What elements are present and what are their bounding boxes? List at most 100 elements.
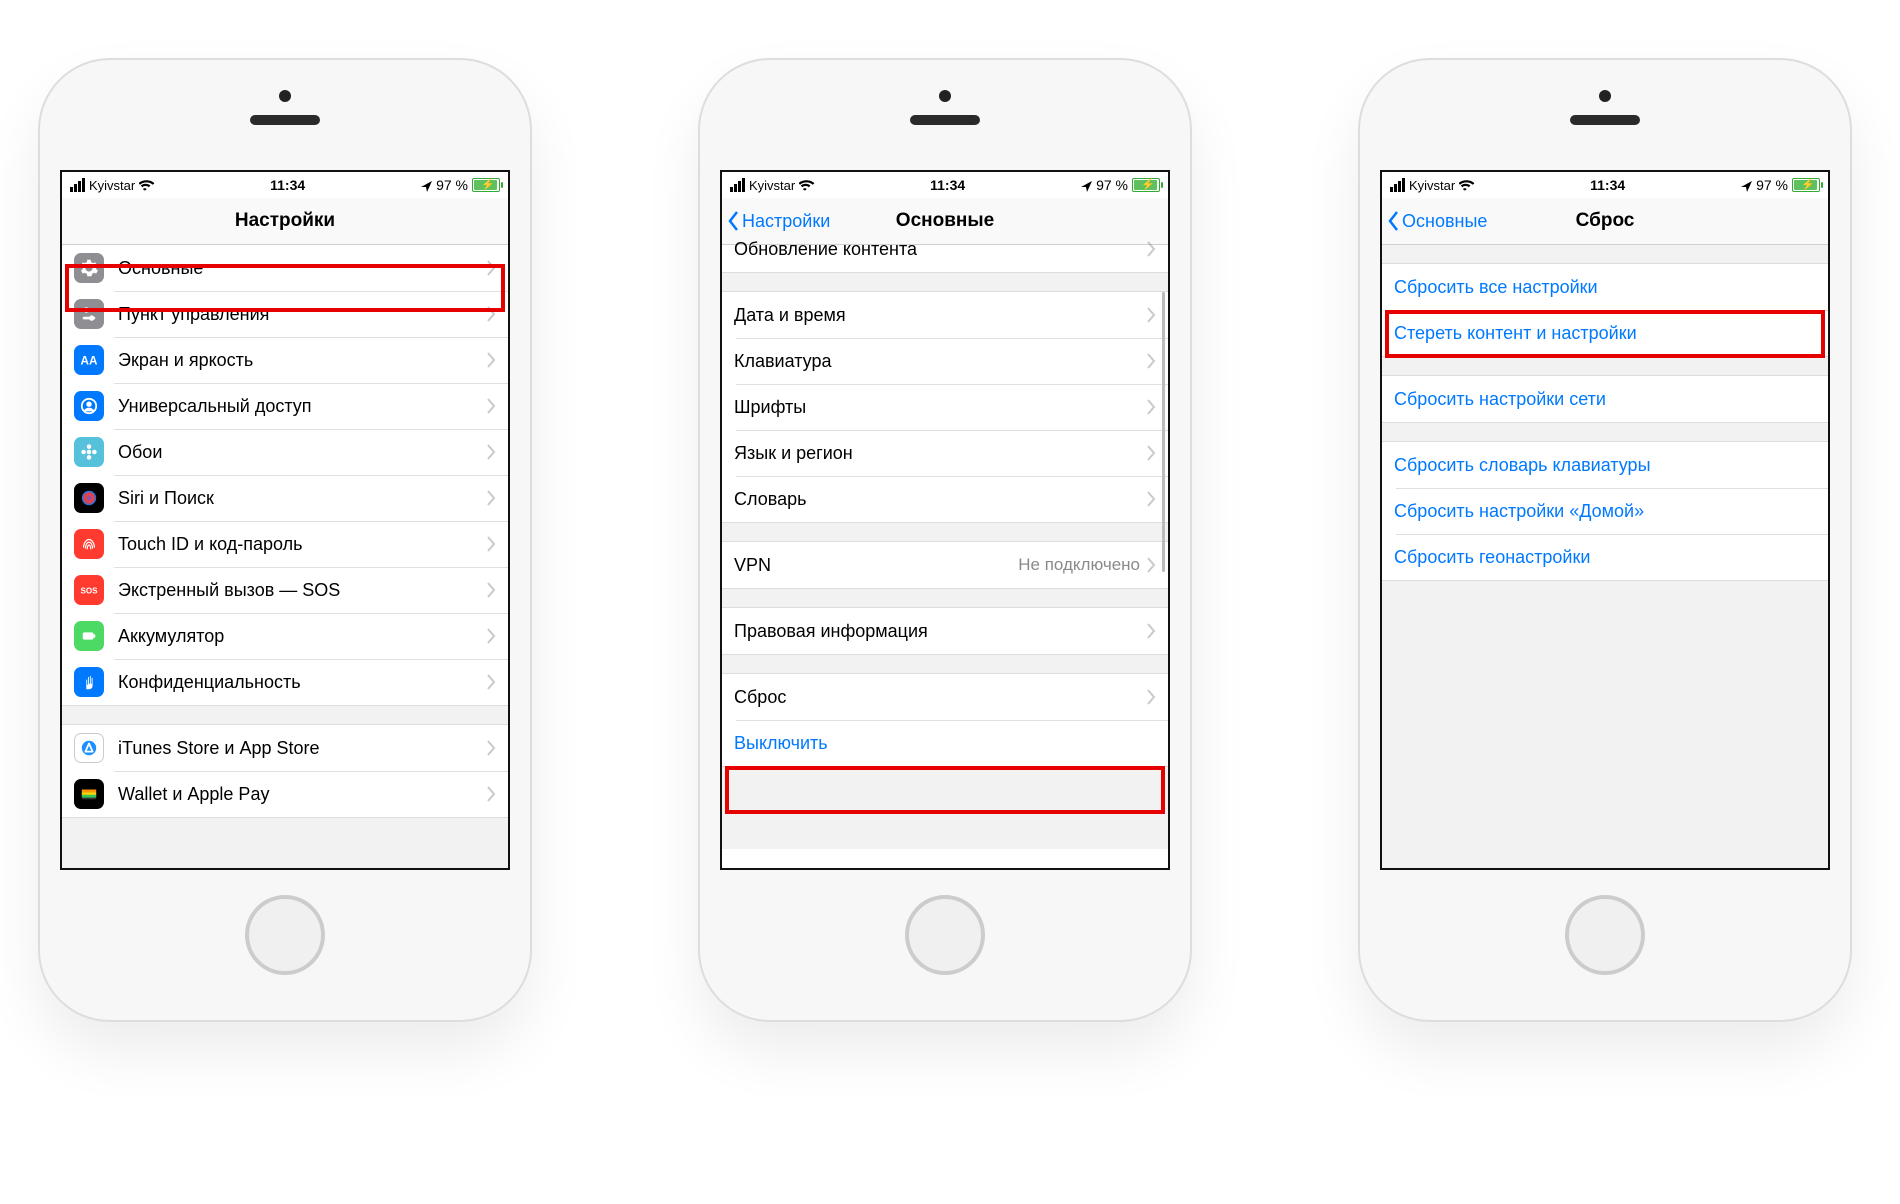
chevron-left-icon: [1388, 211, 1400, 231]
battery-percent: 97 %: [1756, 177, 1788, 193]
status-bar: Kyivstar 11:34 97 % ⚡: [1382, 172, 1828, 198]
clock: 11:34: [270, 177, 305, 193]
row-label: Экран и яркость: [118, 350, 486, 371]
settings-row-appstore[interactable]: iTunes Store и App Store: [62, 725, 508, 771]
phone-bezel: [40, 60, 530, 170]
list-row[interactable]: VPNНе подключено: [722, 542, 1168, 588]
battery-icon: ⚡: [472, 178, 500, 192]
clock: 11:34: [930, 177, 965, 193]
row-label: Пункт управления: [118, 304, 486, 325]
nav-title: Настройки: [235, 210, 335, 232]
list-row[interactable]: Сбросить настройки «Домой»: [1382, 488, 1828, 534]
settings-row-wallet[interactable]: Wallet и Apple Pay: [62, 771, 508, 817]
row-label: Обои: [118, 442, 486, 463]
list-row[interactable]: Правовая информация: [722, 608, 1168, 654]
list-row[interactable]: Сброс: [722, 674, 1168, 720]
row-label: Словарь: [734, 489, 1146, 510]
gear-icon: [74, 253, 104, 283]
screen-settings: Kyivstar 11:34 97 % ⚡ Настройки Основные…: [60, 170, 510, 870]
row-label: iTunes Store и App Store: [118, 738, 486, 759]
settings-list[interactable]: Основные Пункт управления Экран и яркость У…: [62, 245, 508, 869]
list-row[interactable]: Выключить: [722, 720, 1168, 766]
appstore-icon: [74, 733, 104, 763]
scrollbar[interactable]: [1162, 292, 1165, 572]
location-icon: [1080, 179, 1092, 191]
row-value: Не подключено: [1018, 555, 1140, 575]
row-label: Правовая информация: [734, 621, 1146, 642]
row-label: Выключить: [734, 733, 1156, 754]
carrier-label: Kyivstar: [1409, 178, 1455, 193]
phone-settings: Kyivstar 11:34 97 % ⚡ Настройки Основные…: [40, 60, 530, 1020]
list-row[interactable]: Обновление контента: [722, 226, 1168, 272]
wifi-icon: [1459, 179, 1475, 191]
settings-row-aa[interactable]: Экран и яркость: [62, 337, 508, 383]
row-label: Клавиатура: [734, 351, 1146, 372]
battery-icon: ⚡: [1132, 178, 1160, 192]
batt-icon: [74, 621, 104, 651]
list-row[interactable]: Сбросить геонастройки: [1382, 534, 1828, 580]
settings-row-flower[interactable]: Обои: [62, 429, 508, 475]
home-button[interactable]: [1565, 895, 1645, 975]
row-label: Конфиденциальность: [118, 672, 486, 693]
wallet-icon: [74, 779, 104, 809]
row-label: Язык и регион: [734, 443, 1146, 464]
phone-bezel: [1360, 60, 1850, 170]
row-label: Siri и Поиск: [118, 488, 486, 509]
settings-row-gear[interactable]: Основные: [62, 245, 508, 291]
wifi-icon: [139, 179, 155, 191]
row-label: Основные: [118, 258, 486, 279]
home-button[interactable]: [905, 895, 985, 975]
status-bar: Kyivstar 11:34 97 % ⚡: [722, 172, 1168, 198]
settings-row-siri[interactable]: Siri и Поиск: [62, 475, 508, 521]
settings-row-finger[interactable]: Touch ID и код-пароль: [62, 521, 508, 567]
general-list[interactable]: Обновление контента Дата и время Клавиату…: [722, 225, 1168, 849]
phone-reset: Kyivstar 11:34 97 % ⚡ Основные Сброс Сбр…: [1360, 60, 1850, 1020]
screen-general: Kyivstar 11:34 97 % ⚡ Настройки Основные…: [720, 170, 1170, 870]
person-icon: [74, 391, 104, 421]
list-row[interactable]: Сбросить словарь клавиатуры: [1382, 442, 1828, 488]
phone-bezel: [700, 60, 1190, 170]
reset-list[interactable]: Сбросить все настройкиСтереть контент и …: [1382, 245, 1828, 869]
aa-icon: [74, 345, 104, 375]
location-icon: [1740, 179, 1752, 191]
row-label: Сброс: [734, 687, 1146, 708]
nav-bar: Основные Сброс: [1382, 198, 1828, 245]
list-row[interactable]: Сбросить настройки сети: [1382, 376, 1828, 422]
settings-row-batt[interactable]: Аккумулятор: [62, 613, 508, 659]
battery-icon: ⚡: [1792, 178, 1820, 192]
list-row[interactable]: Дата и время: [722, 292, 1168, 338]
row-label: Сбросить настройки «Домой»: [1394, 501, 1816, 522]
list-row[interactable]: Клавиатура: [722, 338, 1168, 384]
back-label: Основные: [1402, 211, 1487, 232]
carrier-label: Kyivstar: [89, 178, 135, 193]
row-label: Дата и время: [734, 305, 1146, 326]
list-row[interactable]: Шрифты: [722, 384, 1168, 430]
screen-reset: Kyivstar 11:34 97 % ⚡ Основные Сброс Сбр…: [1380, 170, 1830, 870]
settings-row-sos[interactable]: Экстренный вызов — SOS: [62, 567, 508, 613]
finger-icon: [74, 529, 104, 559]
list-row[interactable]: Сбросить все настройки: [1382, 264, 1828, 310]
row-label: Wallet и Apple Pay: [118, 784, 486, 805]
phone-general: Kyivstar 11:34 97 % ⚡ Настройки Основные…: [700, 60, 1190, 1020]
row-label: Touch ID и код-пароль: [118, 534, 486, 555]
signal-icon: [70, 178, 85, 192]
settings-row-hand[interactable]: Конфиденциальность: [62, 659, 508, 705]
settings-row-sliders[interactable]: Пункт управления: [62, 291, 508, 337]
flower-icon: [74, 437, 104, 467]
nav-title: Сброс: [1576, 210, 1635, 232]
home-button[interactable]: [245, 895, 325, 975]
list-row[interactable]: Словарь: [722, 476, 1168, 522]
siri-icon: [74, 483, 104, 513]
row-label: Сбросить настройки сети: [1394, 389, 1816, 410]
list-row[interactable]: Стереть контент и настройки: [1382, 310, 1828, 356]
battery-percent: 97 %: [436, 177, 468, 193]
hand-icon: [74, 667, 104, 697]
row-label: Универсальный доступ: [118, 396, 486, 417]
back-button[interactable]: Основные: [1388, 198, 1487, 244]
battery-percent: 97 %: [1096, 177, 1128, 193]
list-row[interactable]: Язык и регион: [722, 430, 1168, 476]
status-bar: Kyivstar 11:34 97 % ⚡: [62, 172, 508, 198]
settings-row-person[interactable]: Универсальный доступ: [62, 383, 508, 429]
clock: 11:34: [1590, 177, 1625, 193]
sliders-icon: [74, 299, 104, 329]
